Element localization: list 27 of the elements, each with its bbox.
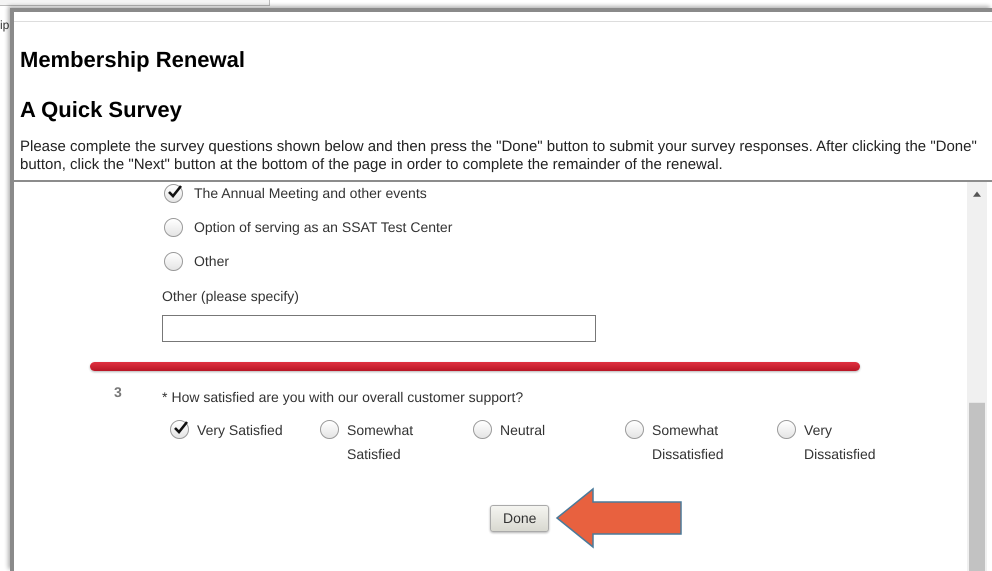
done-button[interactable]: Done [490, 504, 550, 532]
option-label: Somewhat Satisfied [347, 421, 414, 464]
question-number: 3 [113, 383, 123, 402]
option-label: Other [194, 252, 230, 271]
survey-title: A Quick Survey [20, 96, 183, 124]
radio-button[interactable] [473, 420, 492, 439]
checked-radio[interactable] [164, 184, 183, 203]
radio-button[interactable] [164, 218, 183, 237]
radio-button[interactable] [625, 420, 644, 439]
radio-button[interactable] [777, 420, 796, 439]
dialog-title: Membership Renewal [20, 46, 246, 74]
scrollbar[interactable] [967, 182, 987, 571]
checked-radio[interactable] [170, 420, 189, 439]
radio-button[interactable] [320, 420, 339, 439]
instructions-text: Please complete the survey questions shown below and then press the "Done" button to submit your survey responses. After clicking the "Done" button, click the "Next" button at the bottom of the page in order to complete the remainder of the renewal. [20, 138, 978, 174]
option-label: Neutral [500, 421, 546, 440]
required-mark: * [162, 388, 168, 407]
option-label: Option of serving as an SSAT Test Center [194, 218, 452, 237]
option-label: The Annual Meeting and other events [194, 184, 427, 203]
background-text: ip [0, 18, 10, 32]
other-input-field[interactable] [162, 315, 596, 342]
question-text: How satisfied are you with our overall customer support? [171, 388, 524, 407]
option-label: Very Satisfied [197, 421, 284, 440]
radio-button[interactable] [164, 252, 183, 271]
option-label: Somewhat Dissatisfied [652, 421, 725, 464]
field-label: Other (please specify) [162, 288, 299, 304]
option-label: Very Dissatisfied [804, 421, 877, 464]
